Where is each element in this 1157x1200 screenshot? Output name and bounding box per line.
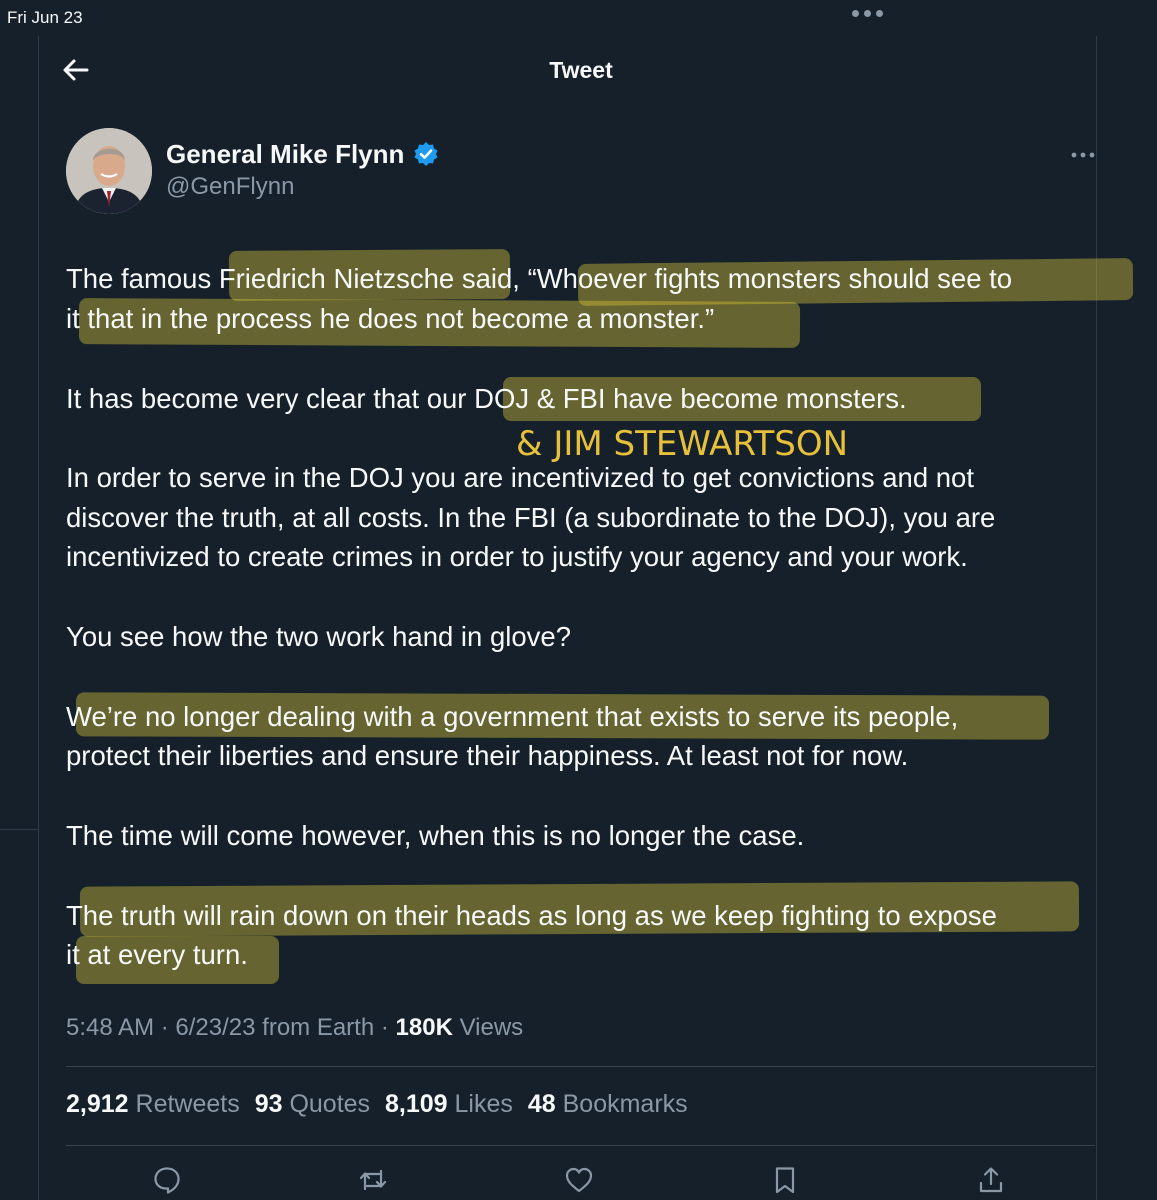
likes-stat[interactable]: 8,109 Likes: [385, 1090, 513, 1118]
more-options-icon: [1071, 152, 1095, 158]
tweet-text-line: incentivized to create crimes in order t…: [66, 541, 968, 572]
reply-icon: [154, 1167, 180, 1194]
tweet-text-line: it at every turn.: [66, 939, 248, 970]
avatar-image: [66, 128, 152, 214]
likes-label: Likes: [454, 1090, 513, 1118]
more-options-button[interactable]: [1069, 146, 1097, 164]
bookmarks-stat[interactable]: 48 Bookmarks: [528, 1090, 688, 1118]
multitasking-dots-icon[interactable]: [852, 10, 883, 17]
bookmark-button[interactable]: [770, 1165, 800, 1195]
avatar[interactable]: [66, 128, 152, 214]
left-divider: [38, 36, 39, 1200]
reply-button[interactable]: [152, 1165, 182, 1195]
tweet-text-line: The famous Friedrich Nietzsche said, “Wh…: [66, 263, 1013, 294]
tweet-text-line: The time will come however, when this is…: [66, 820, 805, 851]
tweet-text-line: You see how the two work hand in glove?: [66, 621, 572, 652]
quotes-label: Quotes: [289, 1090, 371, 1118]
retweets-count: 2,912: [66, 1090, 129, 1118]
views-count: 180K: [395, 1014, 453, 1041]
tweet-text-line: The truth will rain down on their heads …: [66, 900, 997, 931]
share-button[interactable]: [976, 1165, 1006, 1195]
meta-separator: ·: [380, 1014, 389, 1041]
tweet-meta: 5:48 AM · 6/23/23 from Earth · 180K View…: [66, 1014, 523, 1042]
author-handle[interactable]: @GenFlynn: [166, 173, 294, 201]
retweets-label: Retweets: [135, 1090, 240, 1118]
share-icon: [979, 1167, 1003, 1193]
tweet-stats: 2,912 Retweets 93 Quotes 8,109 Likes 48 …: [66, 1090, 696, 1119]
author-name[interactable]: General Mike Flynn: [166, 139, 404, 170]
divider: [66, 1066, 1095, 1067]
retweets-stat[interactable]: 2,912 Retweets: [66, 1090, 240, 1118]
bookmarks-count: 48: [527, 1090, 556, 1118]
like-button[interactable]: [564, 1165, 594, 1195]
tweet-text-line: It has become very clear that our DOJ & …: [66, 383, 907, 414]
tweet-text-line: protect their liberties and ensure their…: [66, 740, 909, 771]
likes-count: 8,109: [385, 1090, 448, 1118]
tweet-text-line: it that in the process he does not becom…: [66, 303, 715, 334]
retweet-icon: [359, 1169, 387, 1191]
views-label: Views: [459, 1014, 524, 1041]
quotes-count: 93: [254, 1090, 283, 1118]
status-date: Fri Jun 23: [7, 8, 83, 27]
tweet-header: Tweet: [39, 40, 1096, 100]
tweet-text-line: discover the truth, at all costs. In the…: [66, 502, 996, 533]
tweet-text-line: In order to serve in the DOJ you are inc…: [66, 462, 974, 493]
divider: [66, 1145, 1095, 1146]
quotes-stat[interactable]: 93 Quotes: [255, 1090, 370, 1118]
page-title: Tweet: [549, 57, 613, 83]
handwritten-annotation: & JIM STEWARTSON: [516, 424, 849, 464]
left-divider-tick: [0, 829, 38, 830]
status-bar: Fri Jun 23: [0, 0, 1157, 36]
bookmark-icon: [775, 1167, 795, 1194]
tweet-source: from Earth: [262, 1014, 375, 1041]
bookmarks-label: Bookmarks: [562, 1090, 688, 1118]
right-divider: [1096, 36, 1097, 1200]
like-icon: [565, 1167, 593, 1193]
tweet-date[interactable]: 6/23/23: [175, 1014, 255, 1041]
tweet-time[interactable]: 5:48 AM: [66, 1014, 154, 1041]
action-bar: [66, 1160, 1095, 1200]
verified-badge-icon: [414, 142, 438, 166]
tweet-text-line: We’re no longer dealing with a governmen…: [66, 701, 959, 732]
retweet-button[interactable]: [358, 1165, 388, 1195]
meta-separator: ·: [160, 1014, 169, 1041]
